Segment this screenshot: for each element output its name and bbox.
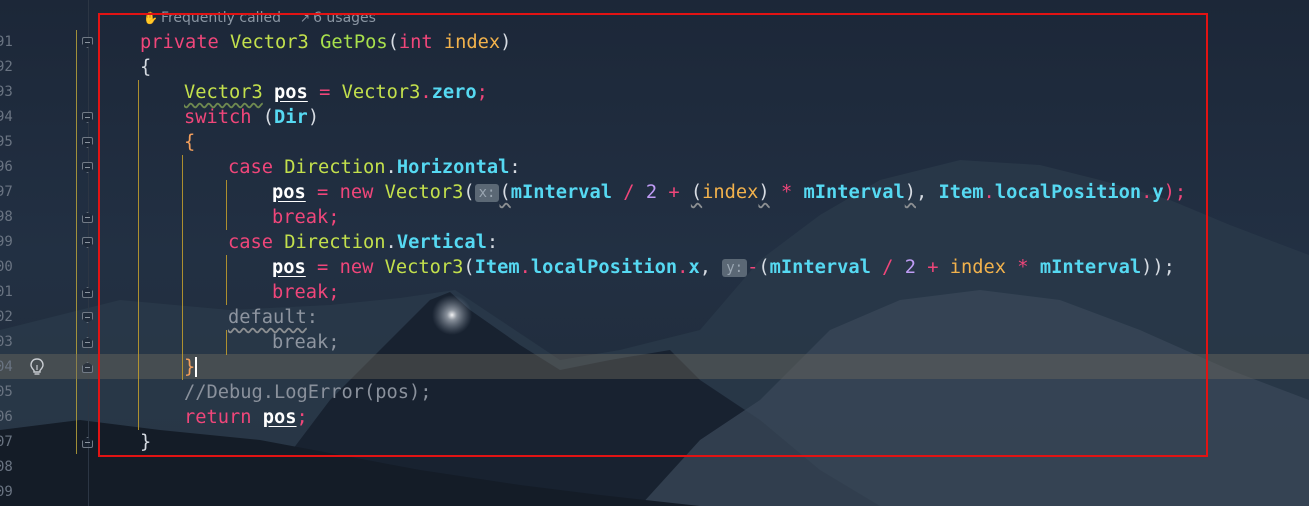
lightbulb-icon[interactable] — [28, 357, 46, 377]
line-number: 08 — [0, 459, 13, 475]
line-number: 93 — [0, 84, 13, 100]
line-number: 09 — [0, 484, 13, 500]
line-number: 01 — [0, 284, 13, 300]
line-number: 98 — [0, 209, 13, 225]
line-number: 94 — [0, 109, 13, 125]
gutter-change-marker — [76, 30, 77, 454]
line-number: 99 — [0, 234, 13, 250]
line-number: 92 — [0, 59, 13, 75]
line-number: 00 — [0, 259, 13, 275]
line-number: 03 — [0, 334, 13, 350]
line-number: 06 — [0, 409, 13, 425]
line-number: 02 — [0, 309, 13, 325]
selection-frame — [98, 13, 1208, 457]
line-number: 96 — [0, 159, 13, 175]
line-number: 97 — [0, 184, 13, 200]
line-number: 95 — [0, 134, 13, 150]
line-number: 07 — [0, 434, 13, 450]
gutter-separator — [88, 0, 89, 506]
code-editor[interactable]: ✋ Frequently called ↗ 6 usages 91 92 93 94… — [0, 0, 1309, 506]
line-number: 04 — [0, 359, 13, 375]
line-number: 91 — [0, 34, 13, 50]
line-number: 05 — [0, 384, 13, 400]
